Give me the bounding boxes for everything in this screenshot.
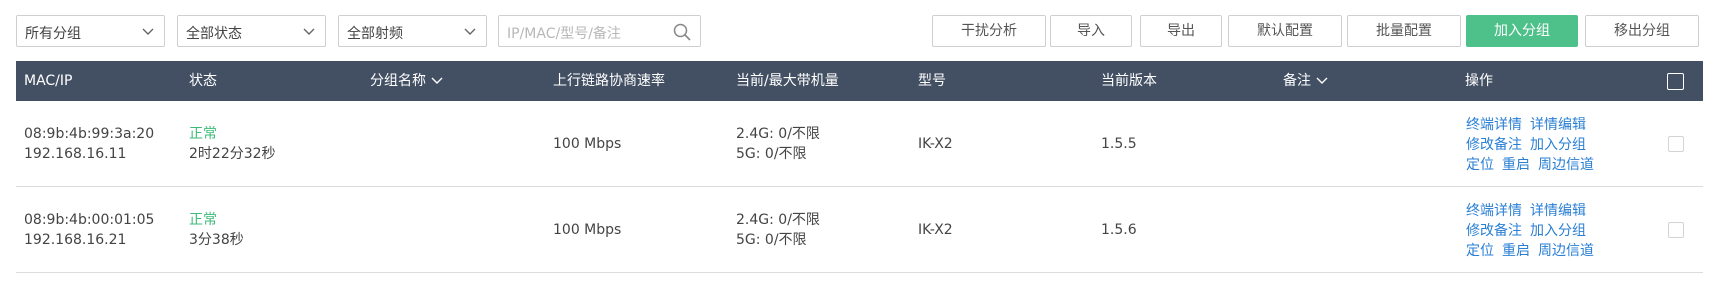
export-button[interactable]: 导出: [1140, 15, 1222, 47]
row-checkbox[interactable]: [1668, 136, 1684, 152]
join-group-link[interactable]: 加入分组: [1530, 137, 1586, 153]
load-cell: 2.4G: 0/不限 5G: 0/不限: [736, 210, 820, 250]
reboot-link[interactable]: 重启: [1502, 157, 1530, 173]
edit-detail-link[interactable]: 详情编辑: [1530, 117, 1586, 133]
version-cell: 1.5.5: [1101, 136, 1137, 152]
locate-link[interactable]: 定位: [1466, 243, 1494, 259]
chevron-down-icon: [464, 28, 476, 35]
load-24g: 2.4G: 0/不限: [736, 126, 820, 142]
search-placeholder: IP/MAC/型号/备注: [507, 26, 621, 42]
status-text: 正常: [189, 212, 217, 228]
search-input[interactable]: IP/MAC/型号/备注: [498, 15, 701, 47]
status-filter-value: 全部状态: [186, 26, 242, 42]
leave-group-button[interactable]: 移出分组: [1585, 15, 1699, 47]
load-24g: 2.4G: 0/不限: [736, 212, 820, 228]
ip-address: 192.168.16.11: [24, 146, 127, 162]
column-header-mac-ip: MAC/IP: [24, 73, 73, 89]
select-all-checkbox[interactable]: [1667, 73, 1684, 90]
uptime-text: 3分38秒: [189, 232, 244, 248]
table-row: 08:9b:4b:99:3a:20 192.168.16.11 正常 2时22分…: [16, 101, 1703, 187]
band-filter-select[interactable]: 全部射频: [338, 15, 487, 47]
column-header-status: 状态: [189, 73, 217, 89]
band-filter-value: 全部射频: [347, 26, 403, 42]
model-cell: IK-X2: [918, 136, 953, 152]
chevron-down-icon: [303, 28, 315, 35]
nearby-channel-link[interactable]: 周边信道: [1538, 243, 1594, 259]
mac-address: 08:9b:4b:00:01:05: [24, 212, 155, 228]
column-header-note[interactable]: 备注: [1283, 61, 1329, 101]
ops-cell: 终端详情 详情编辑 修改备注 加入分组 定位 重启 周边信道: [1466, 115, 1602, 175]
status-text: 正常: [189, 126, 217, 142]
join-group-link[interactable]: 加入分组: [1530, 223, 1586, 239]
table-header: MAC/IP 状态 分组名称 上行链路协商速率 当前/最大带机量 型号 当前版本…: [16, 61, 1703, 101]
reboot-link[interactable]: 重启: [1502, 243, 1530, 259]
import-button[interactable]: 导入: [1050, 15, 1132, 47]
column-header-group[interactable]: 分组名称: [370, 61, 444, 101]
model-cell: IK-X2: [918, 222, 953, 238]
terminal-detail-link[interactable]: 终端详情: [1466, 203, 1522, 219]
edit-detail-link[interactable]: 详情编辑: [1530, 203, 1586, 219]
column-header-group-label: 分组名称: [370, 73, 426, 89]
group-filter-value: 所有分组: [25, 26, 81, 42]
ip-address: 192.168.16.21: [24, 232, 127, 248]
nearby-channel-link[interactable]: 周边信道: [1538, 157, 1594, 173]
table-row: 08:9b:4b:00:01:05 192.168.16.21 正常 3分38秒…: [16, 187, 1703, 273]
chevron-down-icon: [142, 28, 154, 35]
batch-config-button[interactable]: 批量配置: [1347, 15, 1461, 47]
column-header-uplink: 上行链路协商速率: [553, 73, 665, 89]
chevron-down-icon: [431, 77, 443, 84]
load-cell: 2.4G: 0/不限 5G: 0/不限: [736, 124, 820, 164]
column-header-ops: 操作: [1465, 73, 1493, 89]
status-cell: 正常 2时22分32秒: [189, 124, 276, 164]
mac-ip-cell: 08:9b:4b:99:3a:20 192.168.16.11: [24, 124, 154, 164]
column-header-note-label: 备注: [1283, 73, 1311, 89]
edit-note-link[interactable]: 修改备注: [1466, 223, 1522, 239]
chevron-down-icon: [1316, 77, 1328, 84]
column-header-load: 当前/最大带机量: [736, 73, 839, 89]
default-config-button[interactable]: 默认配置: [1228, 15, 1342, 47]
ops-cell: 终端详情 详情编辑 修改备注 加入分组 定位 重启 周边信道: [1466, 201, 1602, 261]
join-group-button[interactable]: 加入分组: [1466, 15, 1578, 47]
terminal-detail-link[interactable]: 终端详情: [1466, 117, 1522, 133]
version-cell: 1.5.6: [1101, 222, 1137, 238]
load-5g: 5G: 0/不限: [736, 146, 807, 162]
load-5g: 5G: 0/不限: [736, 232, 807, 248]
column-header-model: 型号: [918, 73, 946, 89]
interference-analysis-button[interactable]: 干扰分析: [932, 15, 1046, 47]
group-filter-select[interactable]: 所有分组: [16, 15, 165, 47]
status-cell: 正常 3分38秒: [189, 210, 244, 250]
search-icon[interactable]: [672, 22, 692, 42]
locate-link[interactable]: 定位: [1466, 157, 1494, 173]
mac-address: 08:9b:4b:99:3a:20: [24, 126, 155, 142]
toolbar: 所有分组 全部状态 全部射频 IP/MAC/型号/备注 干扰分析 导入 导出 默…: [0, 0, 1729, 60]
row-checkbox[interactable]: [1668, 222, 1684, 238]
uptime-text: 2时22分32秒: [189, 146, 276, 162]
status-filter-select[interactable]: 全部状态: [177, 15, 326, 47]
uplink-cell: 100 Mbps: [553, 136, 622, 152]
uplink-cell: 100 Mbps: [553, 222, 622, 238]
edit-note-link[interactable]: 修改备注: [1466, 137, 1522, 153]
column-header-version: 当前版本: [1101, 73, 1157, 89]
mac-ip-cell: 08:9b:4b:00:01:05 192.168.16.21: [24, 210, 154, 250]
